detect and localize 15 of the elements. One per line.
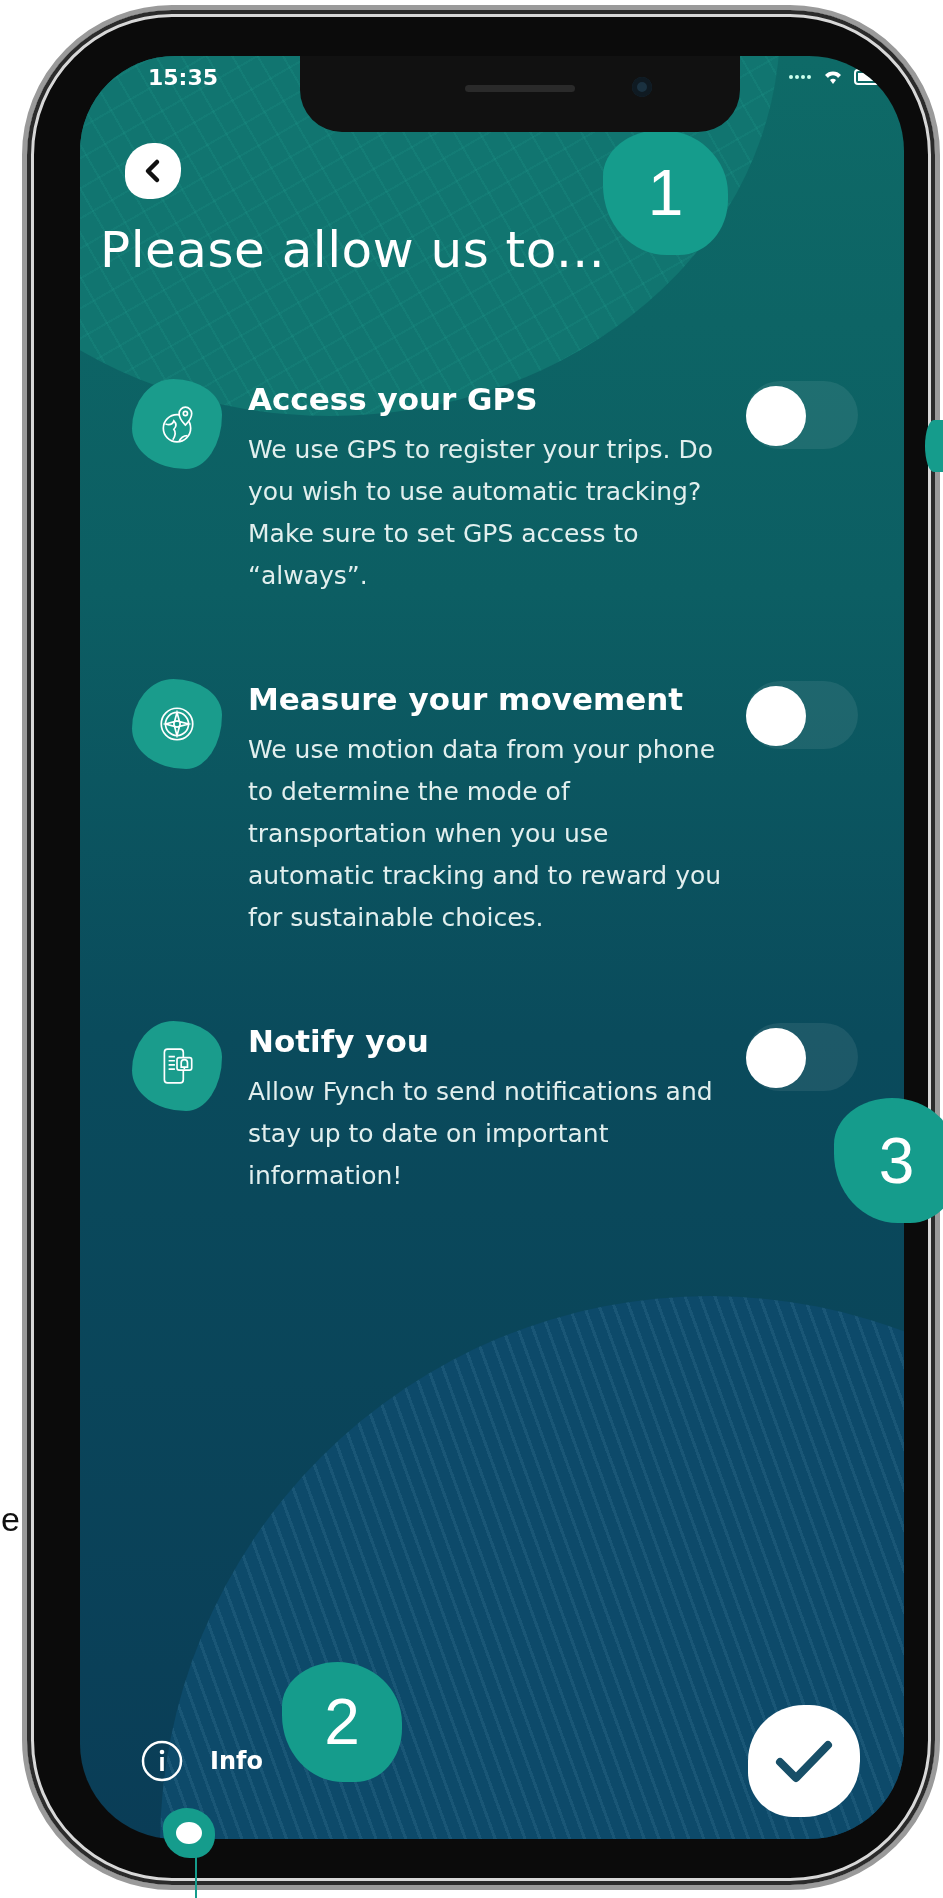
permission-title: Access your GPS — [248, 380, 539, 419]
permission-title: Notify you — [248, 1022, 430, 1061]
permission-description: We use motion data from your phone to determine the mode of transportation when you use automatic tracking and to reward you for sustainable choices. — [248, 734, 723, 934]
permission-title: Measure your movement — [248, 680, 685, 719]
wifi-icon — [824, 70, 842, 84]
info-icon — [140, 1739, 184, 1783]
checkmark-icon — [774, 1738, 834, 1784]
permission-description: Allow Fynch to send notifications and stay up to date on important information! — [248, 1076, 714, 1192]
status-time: 15:35 — [148, 64, 219, 90]
cut-off-text: e — [1, 1500, 20, 1539]
permission-description: We use GPS to register your trips. Do you wish to use automatic tracking? Make sure to set GPS access to “always”. — [248, 434, 714, 592]
info-button[interactable]: Info — [140, 1739, 263, 1783]
annotation-marker — [925, 420, 943, 472]
signal-dots-icon — [788, 74, 812, 80]
leader-line — [195, 1856, 197, 1898]
